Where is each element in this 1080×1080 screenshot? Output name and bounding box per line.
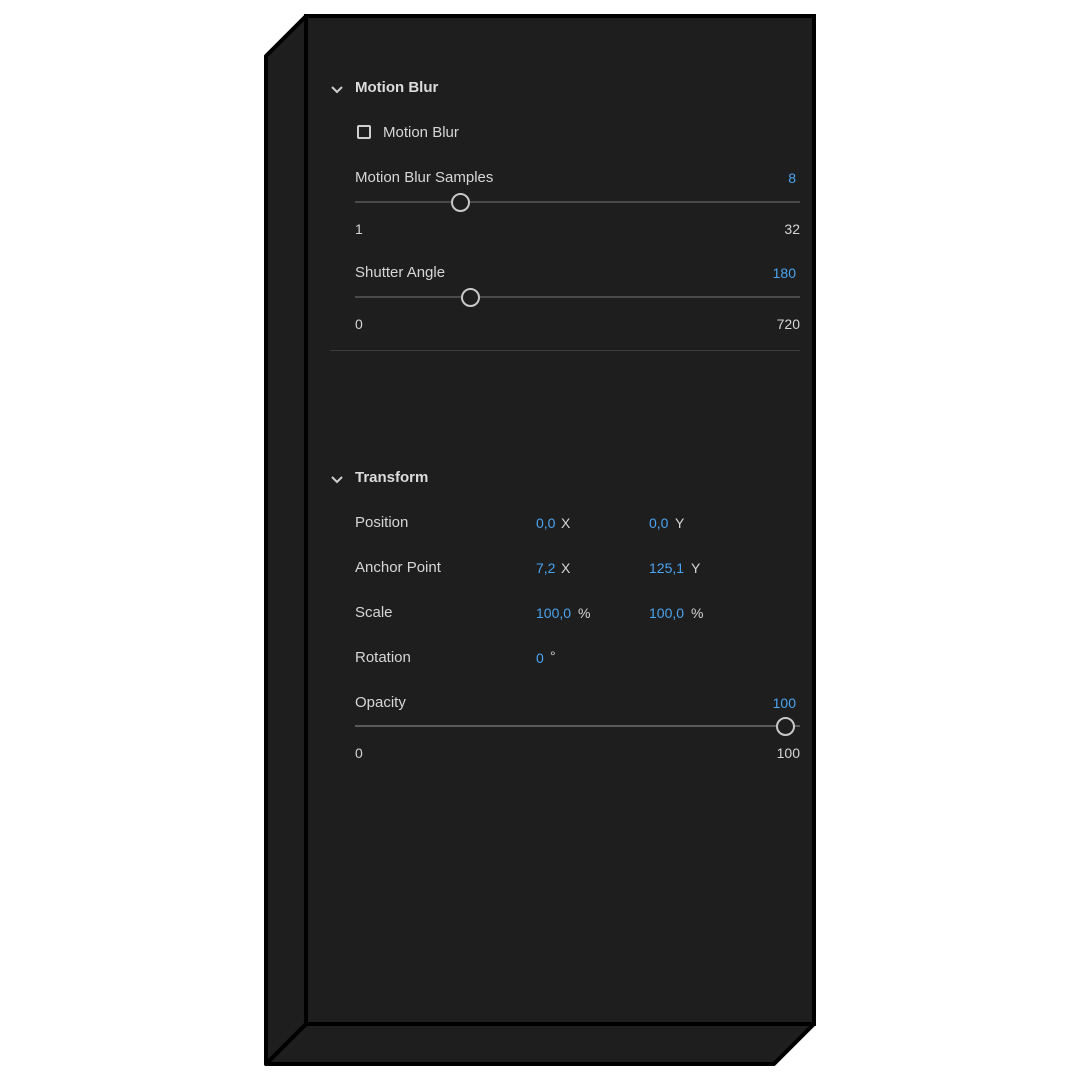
position-x-unit: X [561, 515, 571, 531]
shutter-angle-max: 720 [776, 316, 800, 332]
motion-blur-checkbox[interactable] [357, 125, 371, 139]
opacity-label: Opacity [355, 694, 406, 711]
scale-x-unit: % [578, 605, 591, 621]
motion-blur-checkbox-label: Motion Blur [383, 124, 459, 141]
motion-blur-samples-slider-thumb[interactable] [451, 193, 470, 212]
rotation-value[interactable]: 0 [536, 650, 544, 666]
opacity-value[interactable]: 100 [728, 695, 796, 711]
properties-panel: Motion Blur Motion Blur Motion Blur Samp… [308, 16, 813, 1022]
motion-blur-samples-value[interactable]: 8 [728, 170, 796, 186]
position-y-unit: Y [675, 515, 685, 531]
position-label: Position [355, 514, 409, 531]
scale-y-unit: % [691, 605, 704, 621]
motion-blur-samples-min: 1 [355, 221, 363, 237]
motion-blur-section-title[interactable]: Motion Blur [355, 79, 438, 96]
anchor-point-label: Anchor Point [355, 559, 441, 576]
opacity-slider-thumb[interactable] [776, 717, 795, 736]
shutter-angle-min: 0 [355, 316, 363, 332]
opacity-min: 0 [355, 745, 363, 761]
shutter-angle-slider-track[interactable] [355, 296, 800, 298]
opacity-max: 100 [776, 745, 800, 761]
shutter-angle-value[interactable]: 180 [728, 265, 796, 281]
scale-y-value[interactable]: 100,0 [649, 605, 684, 621]
motion-blur-samples-label: Motion Blur Samples [355, 169, 494, 186]
motion-blur-samples-slider-track[interactable] [355, 201, 800, 203]
anchor-point-y-value[interactable]: 125,1 [649, 560, 684, 576]
anchor-point-y-unit: Y [691, 560, 701, 576]
scale-x-value[interactable]: 100,0 [536, 605, 571, 621]
chevron-down-icon [331, 86, 343, 94]
shutter-angle-slider-thumb[interactable] [461, 288, 480, 307]
chevron-down-icon [331, 476, 343, 484]
opacity-slider-track[interactable] [355, 725, 800, 727]
anchor-point-x-unit: X [561, 560, 571, 576]
rotation-label: Rotation [355, 649, 411, 666]
motion-blur-samples-max: 32 [784, 221, 800, 237]
shutter-angle-label: Shutter Angle [355, 264, 446, 281]
position-x-value[interactable]: 0,0 [536, 515, 555, 531]
transform-section-title[interactable]: Transform [355, 469, 428, 486]
rotation-unit: ° [550, 648, 556, 664]
section-divider [330, 350, 800, 351]
anchor-point-x-value[interactable]: 7,2 [536, 560, 555, 576]
scale-label: Scale [355, 604, 393, 621]
position-y-value[interactable]: 0,0 [649, 515, 668, 531]
